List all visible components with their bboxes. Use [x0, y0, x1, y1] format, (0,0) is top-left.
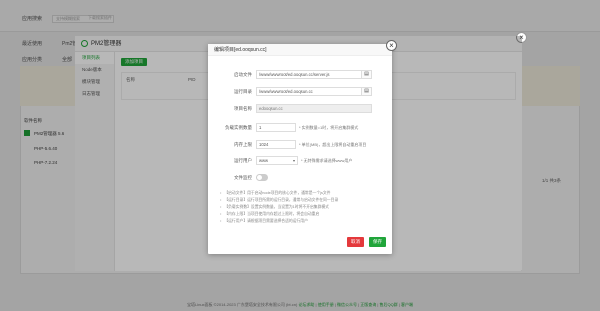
cancel-button[interactable]: 取消 — [347, 237, 364, 247]
run-dir-input[interactable]: /www/wwwroot/ed.ooqsun.cc — [256, 87, 362, 96]
folder-icon[interactable]: ▤ — [362, 87, 372, 96]
dialog-close-icon[interactable]: × — [386, 40, 397, 51]
memory-label: 内存上限 — [234, 142, 252, 147]
instances-input[interactable]: 1 — [256, 123, 296, 132]
tip-item: 【启动文件】用于启动node项目的核心文件，通常是一个js文件 — [220, 190, 388, 197]
tip-item: 【运行目录】运行项目所需的运行目录，通常与启动文件在同一目录 — [220, 197, 388, 204]
dialog-title: 编辑项目[ed.ooqsun.cc] — [208, 44, 392, 56]
memory-note: * 单位(MB)，超出上限将自动重启项目 — [299, 142, 367, 147]
project-name-label: 项目名称 — [234, 106, 252, 111]
instances-note: * 实例数量=1时，将开启集群模式 — [299, 125, 359, 130]
tip-item: 【负载实例数】设置实例数量，当设置为1时将不开启集群模式 — [220, 204, 388, 211]
watch-toggle[interactable] — [256, 174, 268, 181]
run-user-note: * 无特殊需求请选择www用户 — [301, 158, 353, 163]
watch-label: 文件监控 — [234, 175, 252, 180]
start-file-input[interactable]: /www/wwwroot/ed.ooqsun.cc/server.js — [256, 70, 362, 79]
folder-icon[interactable]: ▤ — [362, 70, 372, 79]
run-dir-label: 运行目录 — [234, 89, 252, 94]
start-file-row: 启动文件 /www/wwwroot/ed.ooqsun.cc/server.js… — [208, 70, 392, 81]
run-user-row: 运行用户 www ▾ * 无特殊需求请选择www用户 — [208, 156, 392, 167]
edit-project-dialog: 编辑项目[ed.ooqsun.cc] 启动文件 /www/wwwroot/ed.… — [208, 44, 392, 254]
run-user-select[interactable]: www ▾ — [256, 156, 298, 165]
run-user-value: www — [259, 158, 269, 163]
instances-row: 负载实例数量 1 * 实例数量=1时，将开启集群模式 — [208, 123, 392, 134]
project-name-row: 项目名称 edooqsun.cc — [208, 104, 392, 115]
save-button[interactable]: 保存 — [369, 237, 386, 247]
start-file-label: 启动文件 — [234, 72, 252, 77]
watch-row: 文件监控 — [208, 173, 392, 184]
memory-input[interactable]: 1024 — [256, 140, 296, 149]
tips-list: 【启动文件】用于启动node项目的核心文件，通常是一个js文件 【运行目录】运行… — [220, 190, 388, 225]
run-dir-row: 运行目录 /www/wwwroot/ed.ooqsun.cc ▤ — [208, 87, 392, 98]
chevron-down-icon: ▾ — [292, 158, 295, 163]
tip-item: 【内存上限】当项目使用内存超过上限时，将会自动重启 — [220, 211, 388, 218]
memory-row: 内存上限 1024 * 单位(MB)，超出上限将自动重启项目 — [208, 140, 392, 151]
toggle-knob — [257, 175, 262, 180]
run-user-label: 运行用户 — [234, 158, 252, 163]
instances-label: 负载实例数量 — [225, 125, 252, 130]
tip-item: 【运行用户】请根据项目需要选择合适的运行用户 — [220, 218, 388, 225]
project-name-input: edooqsun.cc — [256, 104, 372, 113]
